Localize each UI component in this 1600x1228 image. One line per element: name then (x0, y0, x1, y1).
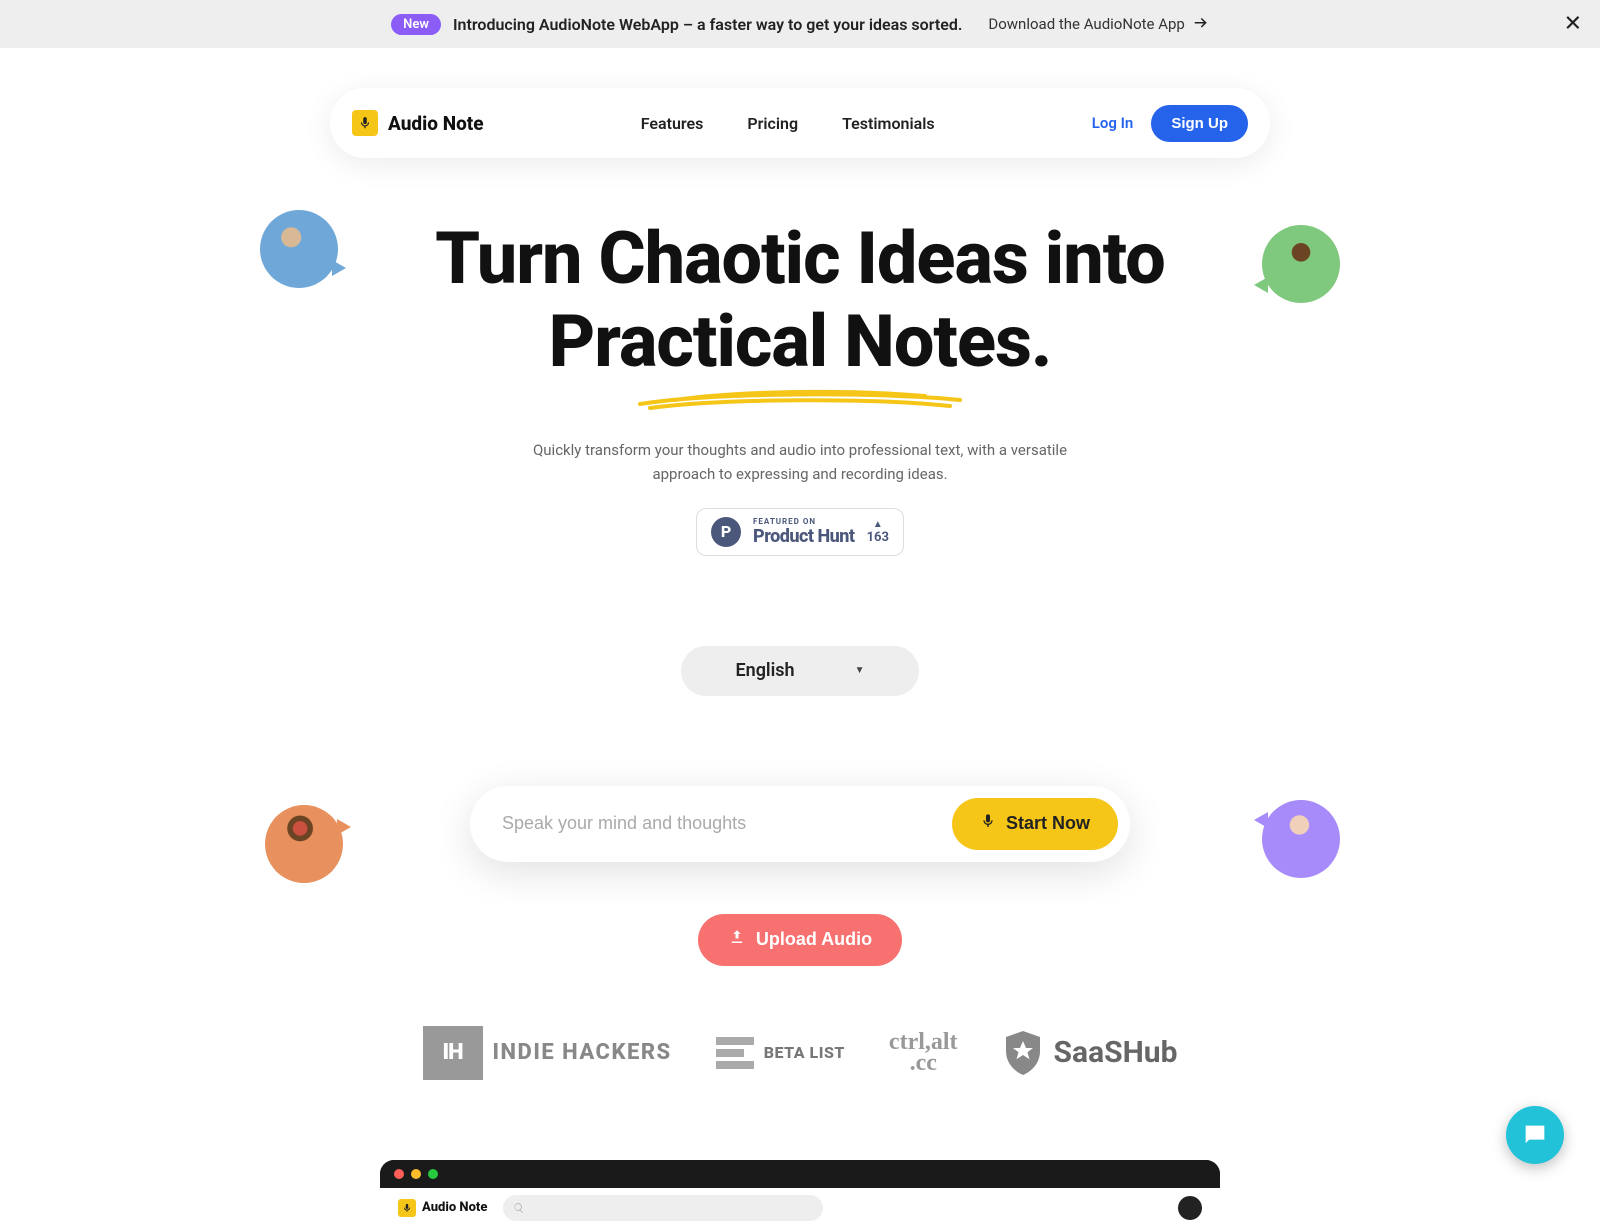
microphone-icon (352, 110, 378, 136)
nav-pricing[interactable]: Pricing (747, 114, 798, 133)
nav-features[interactable]: Features (641, 114, 704, 133)
start-now-button[interactable]: Start Now (952, 798, 1118, 850)
ph-vote-count: 163 (867, 530, 889, 545)
shield-icon (1002, 1029, 1044, 1077)
press-logos: IH INDIE HACKERS BETA LIST ctrl,alt .cc … (0, 1026, 1600, 1080)
hero: Turn Chaotic Ideas into Practical Notes.… (0, 218, 1600, 556)
logo-ctrlalt: ctrl,alt .cc (889, 1032, 958, 1073)
saashub-label: SaaSHub (1054, 1035, 1178, 1070)
speak-input-container: Start Now (470, 786, 1130, 862)
new-badge: New (391, 14, 441, 35)
betalist-label: BETA LIST (764, 1043, 845, 1062)
language-selector[interactable]: English ▼ (681, 646, 919, 696)
product-hunt-icon: P (711, 517, 741, 547)
logo-saashub: SaaSHub (1002, 1029, 1178, 1077)
ph-featured-label: FEATURED ON (753, 517, 855, 526)
start-now-label: Start Now (1006, 813, 1090, 834)
signup-button[interactable]: Sign Up (1151, 105, 1248, 142)
hero-line2: Practical Notes. (549, 299, 1052, 384)
main-nav: Audio Note Features Pricing Testimonials… (330, 88, 1270, 158)
language-selected: English (735, 660, 794, 681)
chevron-down-icon: ▼ (855, 665, 865, 676)
ph-name: Product Hunt (753, 526, 855, 547)
preview-brand: Audio Note (398, 1199, 487, 1217)
microphone-icon (980, 813, 996, 834)
product-hunt-badge[interactable]: P FEATURED ON Product Hunt ▲ 163 (696, 508, 904, 556)
hero-line1: Turn Chaotic Ideas into (435, 216, 1165, 301)
preview-search-input (503, 1195, 823, 1221)
speak-input[interactable] (502, 813, 952, 834)
brand-name: Audio Note (388, 112, 484, 135)
upvote-icon: ▲ (873, 519, 883, 530)
betalist-icon (716, 1037, 754, 1069)
window-controls (380, 1160, 1220, 1188)
ih-label: INDIE HACKERS (493, 1040, 672, 1065)
ctrlalt-label: ctrl,alt .cc (889, 1032, 958, 1073)
download-app-label: Download the AudioNote App (988, 15, 1184, 33)
app-preview-window: Audio Note (380, 1160, 1220, 1228)
chat-button[interactable] (1506, 1106, 1564, 1164)
announcement-bar: New Introducing AudioNote WebApp – a fas… (0, 0, 1600, 48)
logo-indie-hackers: IH INDIE HACKERS (423, 1026, 672, 1080)
hero-headline: Turn Chaotic Ideas into Practical Notes. (0, 218, 1600, 384)
window-maximize-icon (428, 1169, 438, 1179)
underline-decoration (635, 386, 965, 412)
chat-icon (1521, 1121, 1549, 1149)
brand-logo[interactable]: Audio Note (352, 110, 484, 136)
login-link[interactable]: Log In (1092, 114, 1134, 132)
preview-brand-name: Audio Note (422, 1200, 487, 1215)
window-minimize-icon (411, 1169, 421, 1179)
window-close-icon (394, 1169, 404, 1179)
avatar (1262, 800, 1340, 878)
upload-audio-label: Upload Audio (756, 929, 872, 950)
arrow-right-icon (1191, 13, 1209, 35)
upload-icon (728, 928, 746, 951)
avatar (1178, 1196, 1202, 1220)
avatar (265, 805, 343, 883)
download-app-link[interactable]: Download the AudioNote App (988, 13, 1208, 35)
announcement-text: Introducing AudioNote WebApp – a faster … (453, 15, 962, 34)
microphone-icon (398, 1199, 416, 1217)
search-icon (513, 1202, 525, 1214)
close-icon[interactable]: ✕ (1564, 12, 1582, 37)
ih-icon: IH (423, 1026, 483, 1080)
nav-testimonials[interactable]: Testimonials (842, 114, 935, 133)
hero-subtext: Quickly transform your thoughts and audi… (520, 438, 1080, 486)
logo-beta-list: BETA LIST (716, 1037, 845, 1069)
upload-audio-button[interactable]: Upload Audio (698, 914, 902, 966)
